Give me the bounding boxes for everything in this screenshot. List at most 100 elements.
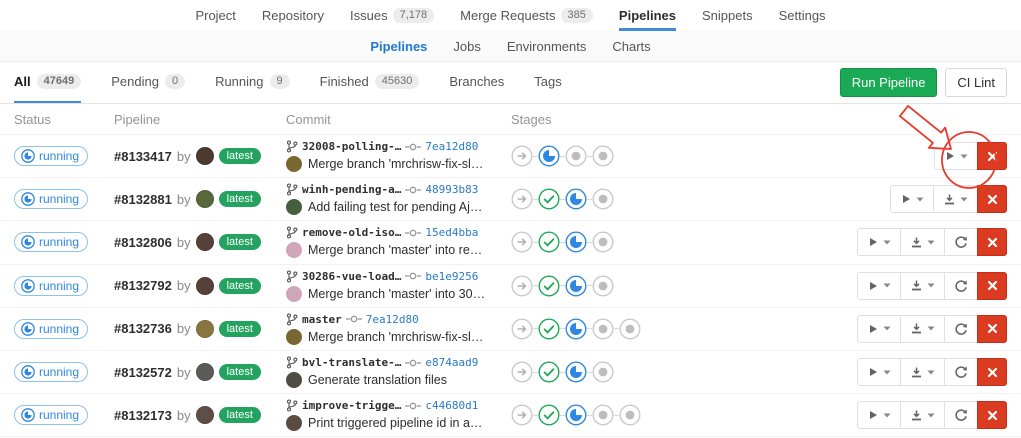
- nav-item-merge-requests[interactable]: Merge Requests385: [460, 0, 593, 31]
- avatar[interactable]: [196, 363, 214, 381]
- commit-sha-link[interactable]: e874aad9: [425, 356, 478, 369]
- pipeline-id-link[interactable]: #8132173: [114, 408, 172, 423]
- play-dropdown-button[interactable]: [934, 142, 978, 170]
- branch-link[interactable]: master: [302, 313, 342, 326]
- branch-link[interactable]: winh-pending-a…: [302, 183, 401, 196]
- commit-sha-link[interactable]: 7ea12d80: [366, 313, 419, 326]
- stage-created-dot-icon[interactable]: [565, 145, 587, 167]
- commit-message-link[interactable]: Print triggered pipeline id in a…: [308, 416, 482, 430]
- stage-passed-check-icon[interactable]: [538, 318, 560, 340]
- play-dropdown-button[interactable]: [857, 272, 901, 300]
- run-pipeline-button[interactable]: Run Pipeline: [840, 68, 938, 97]
- play-dropdown-button[interactable]: [857, 228, 901, 256]
- nav-item-project[interactable]: Project: [195, 0, 235, 31]
- commit-author-avatar[interactable]: [286, 329, 302, 345]
- stage-running-icon[interactable]: [565, 318, 587, 340]
- pipeline-id-link[interactable]: #8132736: [114, 321, 172, 336]
- nav-item-snippets[interactable]: Snippets: [702, 0, 753, 31]
- avatar[interactable]: [196, 233, 214, 251]
- branch-link[interactable]: improve-trigge…: [302, 399, 401, 412]
- commit-message-link[interactable]: Merge branch 'master' into 30…: [308, 287, 485, 301]
- status-badge-running[interactable]: running: [14, 146, 88, 166]
- avatar[interactable]: [196, 147, 214, 165]
- stage-passed-check-icon[interactable]: [538, 361, 560, 383]
- status-badge-running[interactable]: running: [14, 232, 88, 252]
- pipeline-id-link[interactable]: #8132792: [114, 278, 172, 293]
- branch-link[interactable]: remove-old-iso…: [302, 226, 401, 239]
- cancel-pipeline-button[interactable]: [977, 185, 1007, 213]
- commit-author-avatar[interactable]: [286, 199, 302, 215]
- play-dropdown-button[interactable]: [857, 358, 901, 386]
- stage-created-dot-icon[interactable]: [592, 188, 614, 210]
- retry-pipeline-button[interactable]: [944, 228, 978, 256]
- commit-author-avatar[interactable]: [286, 286, 302, 302]
- nav-item-issues[interactable]: Issues7,178: [350, 0, 434, 31]
- stage-running-icon[interactable]: [565, 361, 587, 383]
- stage-created-dot-icon[interactable]: [619, 404, 641, 426]
- stage-skipped-arrow-icon[interactable]: [511, 188, 533, 210]
- commit-message-link[interactable]: Generate translation files: [308, 373, 447, 387]
- retry-pipeline-button[interactable]: [944, 358, 978, 386]
- pipeline-id-link[interactable]: #8132881: [114, 192, 172, 207]
- stage-created-dot-icon[interactable]: [592, 275, 614, 297]
- commit-message-link[interactable]: Merge branch 'mrchrisw-fix-sl…: [308, 157, 483, 171]
- download-artifacts-dropdown-button[interactable]: [900, 228, 945, 256]
- cancel-pipeline-button[interactable]: [977, 358, 1007, 386]
- stage-running-icon[interactable]: [538, 145, 560, 167]
- status-badge-running[interactable]: running: [14, 189, 88, 209]
- status-badge-running[interactable]: running: [14, 405, 88, 425]
- download-artifacts-dropdown-button[interactable]: [933, 185, 978, 213]
- stage-running-icon[interactable]: [565, 188, 587, 210]
- stage-running-icon[interactable]: [565, 404, 587, 426]
- pipeline-id-link[interactable]: #8133417: [114, 149, 172, 164]
- play-dropdown-button[interactable]: [890, 185, 934, 213]
- status-badge-running[interactable]: running: [14, 276, 88, 296]
- download-artifacts-dropdown-button[interactable]: [900, 272, 945, 300]
- commit-author-avatar[interactable]: [286, 242, 302, 258]
- stage-skipped-arrow-icon[interactable]: [511, 145, 533, 167]
- commit-sha-link[interactable]: 15ed4bba: [425, 226, 478, 239]
- stage-skipped-arrow-icon[interactable]: [511, 318, 533, 340]
- cancel-pipeline-button[interactable]: [977, 315, 1007, 343]
- tab-finished[interactable]: Finished45630: [320, 62, 420, 103]
- stage-skipped-arrow-icon[interactable]: [511, 361, 533, 383]
- pipeline-id-link[interactable]: #8132806: [114, 235, 172, 250]
- avatar[interactable]: [196, 277, 214, 295]
- nav-item-pipelines[interactable]: Pipelines: [619, 0, 676, 31]
- commit-author-avatar[interactable]: [286, 156, 302, 172]
- tab-branches[interactable]: Branches: [449, 62, 504, 103]
- stage-created-dot-icon[interactable]: [592, 361, 614, 383]
- commit-message-link[interactable]: Add failing test for pending Aj…: [308, 200, 482, 214]
- download-artifacts-dropdown-button[interactable]: [900, 315, 945, 343]
- status-badge-running[interactable]: running: [14, 319, 88, 339]
- retry-pipeline-button[interactable]: [944, 401, 978, 429]
- stage-created-dot-icon[interactable]: [592, 231, 614, 253]
- stage-passed-check-icon[interactable]: [538, 275, 560, 297]
- retry-pipeline-button[interactable]: [944, 272, 978, 300]
- retry-pipeline-button[interactable]: [944, 315, 978, 343]
- ci-lint-button[interactable]: CI Lint: [945, 68, 1007, 97]
- branch-link[interactable]: bvl-translate-…: [302, 356, 401, 369]
- subnav-item-environments[interactable]: Environments: [507, 39, 586, 54]
- subnav-item-charts[interactable]: Charts: [612, 39, 650, 54]
- play-dropdown-button[interactable]: [857, 401, 901, 429]
- commit-author-avatar[interactable]: [286, 415, 302, 431]
- tab-tags[interactable]: Tags: [534, 62, 561, 103]
- tab-pending[interactable]: Pending0: [111, 62, 185, 103]
- stage-created-dot-icon[interactable]: [592, 318, 614, 340]
- download-artifacts-dropdown-button[interactable]: [900, 358, 945, 386]
- stage-running-icon[interactable]: [565, 275, 587, 297]
- stage-skipped-arrow-icon[interactable]: [511, 275, 533, 297]
- commit-sha-link[interactable]: 48993b83: [425, 183, 478, 196]
- pipeline-id-link[interactable]: #8132572: [114, 365, 172, 380]
- commit-sha-link[interactable]: 7ea12d80: [425, 140, 478, 153]
- nav-item-settings[interactable]: Settings: [779, 0, 826, 31]
- stage-skipped-arrow-icon[interactable]: [511, 404, 533, 426]
- nav-item-repository[interactable]: Repository: [262, 0, 324, 31]
- cancel-pipeline-button[interactable]: [977, 142, 1007, 170]
- cancel-pipeline-button[interactable]: [977, 272, 1007, 300]
- avatar[interactable]: [196, 190, 214, 208]
- stage-skipped-arrow-icon[interactable]: [511, 231, 533, 253]
- stage-passed-check-icon[interactable]: [538, 188, 560, 210]
- tab-running[interactable]: Running9: [215, 62, 290, 103]
